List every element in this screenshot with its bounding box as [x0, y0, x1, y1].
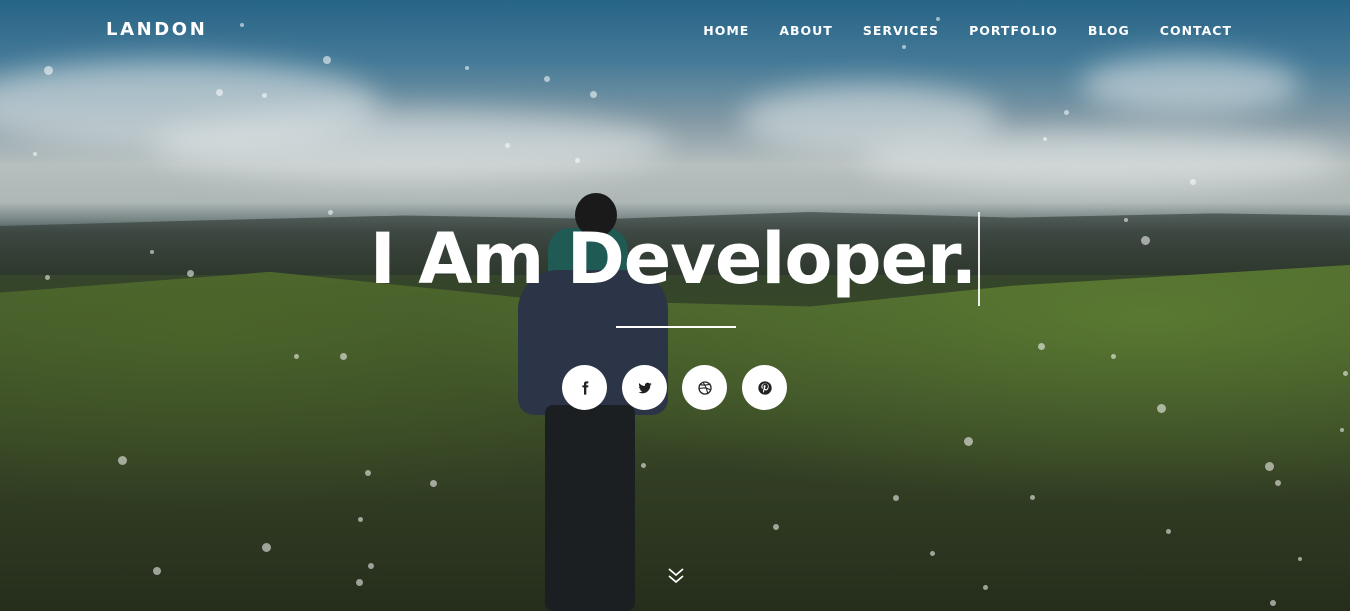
hiker-legs [545, 405, 635, 611]
particle-dot [1043, 137, 1047, 141]
particle-dot [262, 543, 271, 552]
particle-dot [294, 354, 299, 359]
headline-container: I Am Developer. [0, 212, 1350, 306]
particle-dot [1343, 371, 1348, 376]
particle-dot [575, 158, 580, 163]
particle-dot [1038, 343, 1045, 350]
particle-dot [1275, 480, 1281, 486]
facebook-button[interactable] [562, 365, 607, 410]
scroll-down-button[interactable] [666, 566, 686, 586]
particle-dot [590, 91, 597, 98]
particle-dot [118, 456, 127, 465]
particle-dot [1157, 404, 1166, 413]
particle-dot [1166, 529, 1171, 534]
particle-dot [1064, 110, 1069, 115]
dribbble-icon [697, 380, 712, 395]
particle-dot [1190, 179, 1196, 185]
particle-dot [153, 567, 161, 575]
particle-dot [1340, 428, 1344, 432]
nav-item-about[interactable]: ABOUT [779, 23, 833, 38]
particle-dot [356, 579, 363, 586]
facebook-icon [581, 380, 588, 395]
social-links [562, 365, 787, 410]
particle-dot [44, 66, 53, 75]
particle-dot [340, 353, 347, 360]
pinterest-button[interactable] [742, 365, 787, 410]
nav-item-services[interactable]: SERVICES [863, 23, 939, 38]
nav-item-home[interactable]: HOME [703, 23, 749, 38]
twitter-icon [637, 382, 652, 393]
nav-item-contact[interactable]: CONTACT [1160, 23, 1232, 38]
hero-headline: I Am Developer. [370, 212, 981, 306]
particle-dot [964, 437, 973, 446]
particle-dot [505, 143, 510, 148]
particle-dot [430, 480, 437, 487]
particle-dot [773, 524, 779, 530]
particle-dot [893, 495, 899, 501]
particle-dot [33, 152, 37, 156]
cloud [150, 110, 670, 180]
particle-dot [368, 563, 374, 569]
twitter-button[interactable] [622, 365, 667, 410]
cloud [860, 130, 1340, 190]
chevron-double-down-icon [668, 568, 684, 584]
nav-item-portfolio[interactable]: PORTFOLIO [969, 23, 1058, 38]
particle-dot [216, 89, 223, 96]
brand-logo[interactable]: LANDON [106, 19, 207, 40]
nav-menu: HOME ABOUT SERVICES PORTFOLIO BLOG CONTA… [703, 23, 1232, 38]
hero-section: LANDON HOME ABOUT SERVICES PORTFOLIO BLO… [0, 0, 1350, 611]
headline-divider [616, 326, 736, 328]
particle-dot [1030, 495, 1035, 500]
particle-dot [544, 76, 550, 82]
particle-dot [1298, 557, 1302, 561]
particle-dot [1265, 462, 1274, 471]
particle-dot [1270, 600, 1276, 606]
pinterest-icon [757, 380, 772, 395]
particle-dot [641, 463, 646, 468]
particle-dot [365, 470, 371, 476]
nav-item-blog[interactable]: BLOG [1088, 23, 1130, 38]
particle-dot [358, 517, 363, 522]
cloud [1080, 55, 1300, 115]
particle-dot [983, 585, 988, 590]
particle-dot [465, 66, 469, 70]
dribbble-button[interactable] [682, 365, 727, 410]
top-navbar: LANDON HOME ABOUT SERVICES PORTFOLIO BLO… [0, 0, 1350, 62]
particle-dot [930, 551, 935, 556]
particle-dot [1111, 354, 1116, 359]
particle-dot [262, 93, 267, 98]
grass-field [0, 265, 1350, 611]
